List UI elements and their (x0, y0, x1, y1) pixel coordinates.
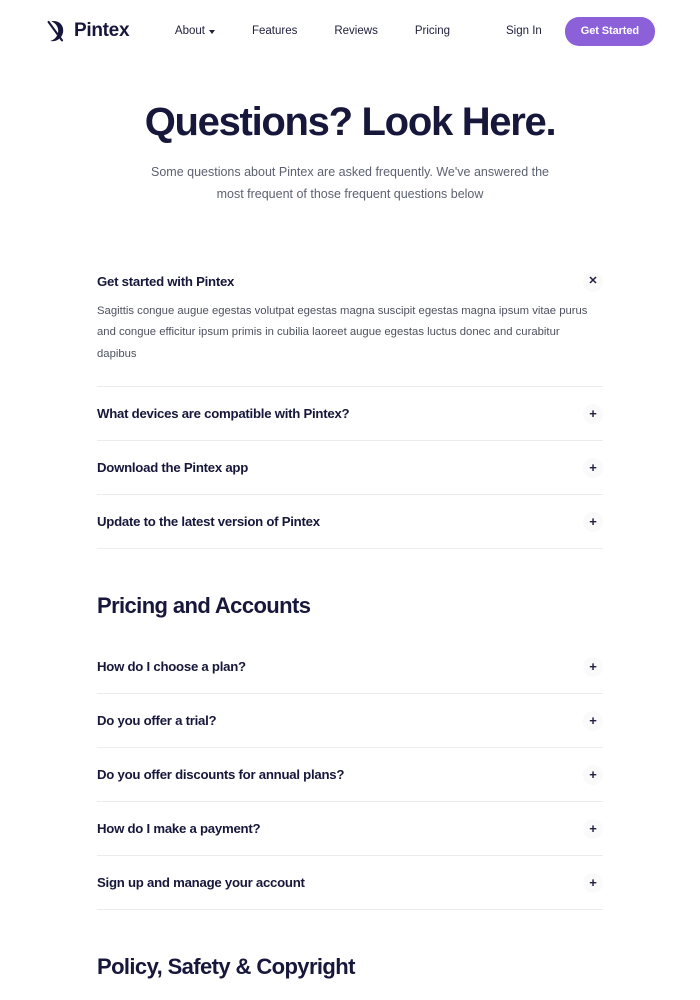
faq-toggle-glyph: + (589, 767, 597, 783)
faq-item: Sign up and manage your account + (97, 856, 603, 910)
faq-question-label: Sign up and manage your account (97, 875, 305, 891)
faq-question-row[interactable]: How do I choose a plan? + (97, 640, 603, 693)
faq-question-row[interactable]: Download the Pintex app + (97, 441, 603, 494)
plus-icon[interactable]: + (583, 511, 603, 532)
plus-icon[interactable]: + (583, 457, 603, 478)
nav-item-about[interactable]: About (175, 19, 215, 43)
nav-item-pricing[interactable]: Pricing (415, 19, 450, 43)
faq-list: Get started with Pintex ✕ Sagittis congue … (97, 206, 603, 1000)
nav-item-label: Features (251, 25, 298, 37)
faq-question-row[interactable]: What devices are compatible with Pintex?… (97, 387, 603, 440)
faq-item: Update to the latest version of Pintex + (97, 495, 603, 549)
faq-toggle-glyph: + (589, 406, 597, 422)
faq-question-row[interactable]: Do you offer discounts for annual plans?… (97, 748, 603, 801)
pintex-logo-mark-icon (45, 19, 67, 43)
main-nav: About Features Reviews Pricing Sign In G… (175, 16, 655, 46)
faq-answer-text: Sagittis congue augue egestas volutpat e… (97, 304, 588, 361)
faq-item: How do I choose a plan? + (97, 640, 603, 694)
plus-icon[interactable]: + (583, 818, 603, 839)
nav-item-features[interactable]: Features (252, 19, 297, 43)
sign-in-link[interactable]: Sign In (506, 25, 542, 37)
site-header: Pintex About Features Reviews Pricing Si… (0, 0, 700, 62)
faq-question-label: How do I choose a plan? (97, 659, 246, 675)
faq-toggle-glyph: + (589, 875, 597, 891)
faq-section-title: Pricing and Accounts (97, 592, 311, 618)
plus-icon[interactable]: + (583, 710, 603, 731)
faq-question-row[interactable]: Sign up and manage your account + (97, 856, 603, 909)
brand-name: Pintex (74, 20, 130, 41)
faq-toggle-glyph: + (589, 713, 597, 729)
faq-question-label: Download the Pintex app (97, 460, 249, 476)
faq-question-row[interactable]: Do you offer a trial? + (97, 694, 603, 747)
brand-logo[interactable]: Pintex (45, 19, 130, 43)
faq-item: Do you offer a trial? + (97, 694, 603, 748)
chevron-down-icon (208, 29, 215, 34)
faq-toggle-glyph: + (589, 514, 597, 530)
nav-item-label: Pricing (414, 25, 450, 37)
faq-toggle-glyph: ✕ (588, 275, 598, 288)
nav-item-label: About (174, 25, 205, 37)
faq-item: Get started with Pintex ✕ Sagittis congue … (97, 255, 603, 387)
plus-icon[interactable]: + (583, 656, 603, 677)
hero-section: Questions? Look Here. Some questions abo… (0, 62, 700, 206)
plus-icon[interactable]: + (583, 872, 603, 893)
faq-toggle-glyph: + (589, 460, 597, 476)
faq-toggle-glyph: + (589, 659, 597, 675)
faq-question-label: How do I make a payment? (97, 821, 261, 837)
faq-question-label: Do you offer a trial? (97, 713, 217, 729)
faq-question-label: Get started with Pintex (97, 274, 235, 290)
close-icon[interactable]: ✕ (583, 271, 603, 292)
faq-question-label: What devices are compatible with Pintex? (97, 406, 350, 422)
faq-toggle-glyph: + (589, 821, 597, 837)
faq-item: How do I make a payment? + (97, 802, 603, 856)
faq-question-row[interactable]: Update to the latest version of Pintex + (97, 495, 603, 548)
page-title: Questions? Look Here. (144, 100, 557, 144)
nav-item-reviews[interactable]: Reviews (334, 19, 377, 43)
nav-item-label: Reviews (334, 25, 378, 37)
faq-item: What devices are compatible with Pintex?… (97, 387, 603, 441)
faq-question-row[interactable]: How do I make a payment? + (97, 802, 603, 855)
plus-icon[interactable]: + (583, 764, 603, 785)
faq-question-row[interactable]: Get started with Pintex ✕ (97, 255, 603, 301)
page-subtitle: Some questions about Pintex are asked fr… (151, 165, 549, 201)
faq-item: Download the Pintex app + (97, 441, 603, 495)
get-started-button[interactable]: Get Started (564, 16, 655, 46)
faq-section-title: Policy, Safety & Copyright (97, 953, 355, 979)
faq-item: Do you offer discounts for annual plans?… (97, 748, 603, 802)
faq-page: Pintex About Features Reviews Pricing Si… (0, 0, 700, 1000)
plus-icon[interactable]: + (583, 403, 603, 424)
faq-question-label: Update to the latest version of Pintex (97, 514, 320, 530)
faq-question-label: Do you offer discounts for annual plans? (97, 767, 345, 783)
